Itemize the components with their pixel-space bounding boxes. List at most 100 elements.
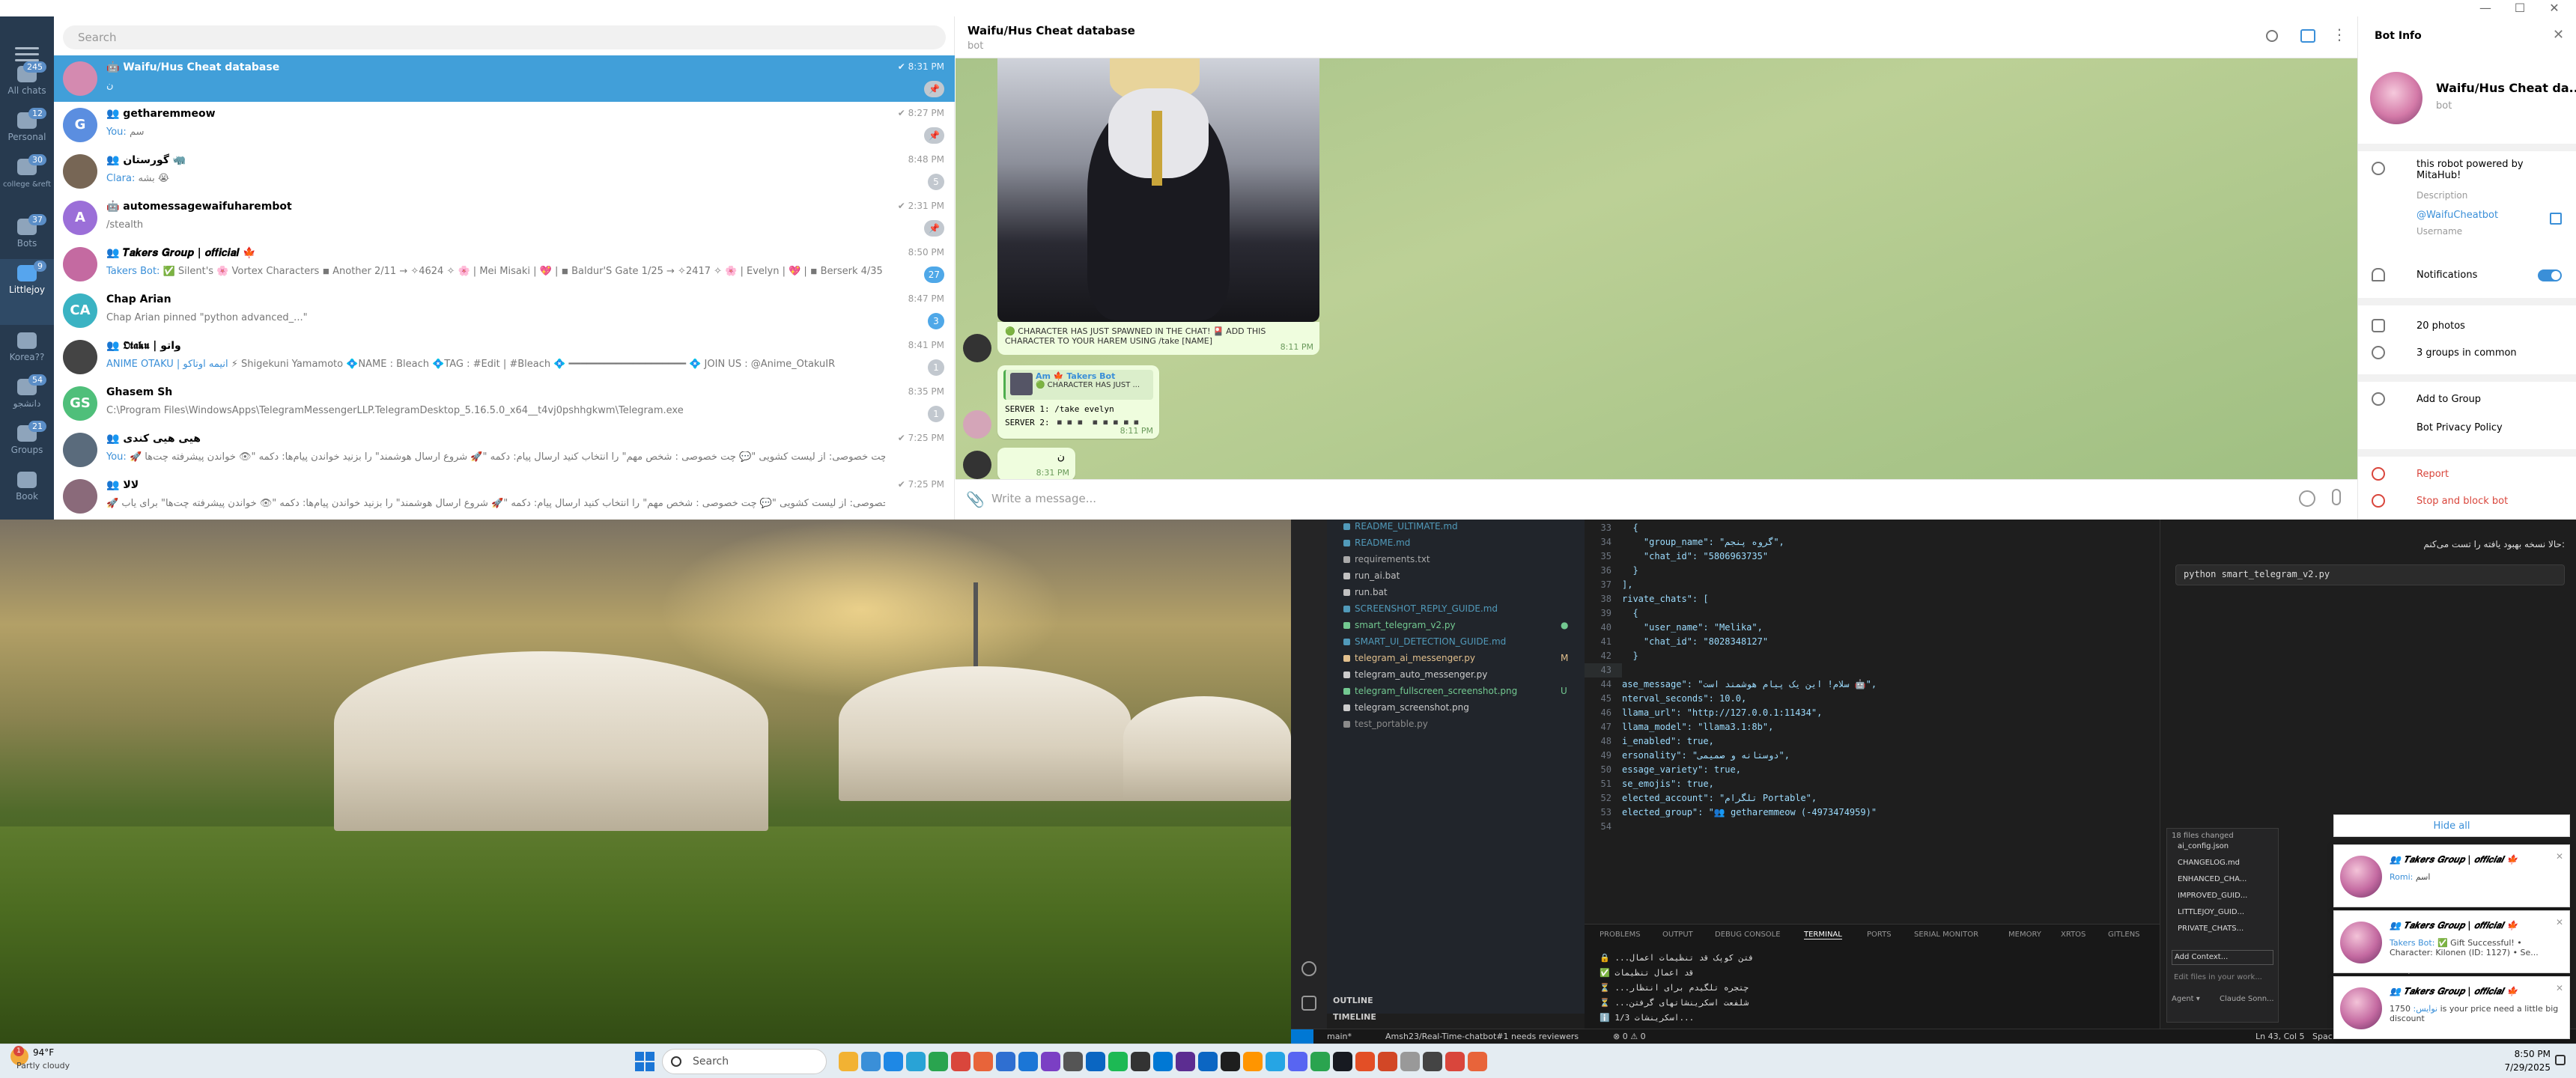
file-item[interactable]: requirements.txt <box>1343 554 1568 564</box>
taskbar-app-icon[interactable] <box>1445 1052 1465 1071</box>
file-item[interactable]: SMART_UI_DETECTION_GUIDE.md <box>1343 636 1568 647</box>
taskbar-app-icon[interactable] <box>1423 1052 1442 1071</box>
taskbar-app-icon[interactable] <box>1310 1052 1330 1071</box>
folder-student[interactable]: 54 دانشجو <box>0 373 54 418</box>
file-item[interactable]: telegram_auto_messenger.py <box>1343 669 1568 680</box>
problems-count[interactable]: ⊗ 0 ⚠ 0 <box>1613 1032 1646 1041</box>
taskbar-app-icon[interactable] <box>884 1052 903 1071</box>
chat-item[interactable]: 👥 هیی هیی کندی You: 🚀 نحوه استفاده: انتخا… <box>54 427 955 473</box>
panel-tab-terminal[interactable]: TERMINAL <box>1804 931 1842 940</box>
conversation-header[interactable]: Waifu/Hus Cheat database bot ⋮ <box>956 16 2357 58</box>
code-editor[interactable]: 33 {34 "group_name": "گروه پنجم", 35 "cha… <box>1585 520 2160 924</box>
close-icon[interactable]: ✕ <box>2556 917 2563 928</box>
bot-avatar[interactable] <box>963 334 991 362</box>
more-options-icon[interactable]: ⋮ <box>2332 25 2347 43</box>
taskbar-app-icon[interactable] <box>1221 1052 1240 1071</box>
chat-input[interactable]: Edit files in your work... <box>2172 971 2273 987</box>
agent-selector[interactable]: Agent ▾ <box>2172 995 2200 1003</box>
folder-bots[interactable]: 37 Bots <box>0 213 54 258</box>
chat-command-block[interactable]: python smart_telegram_v2.py <box>2175 564 2565 585</box>
file-item[interactable]: telegram_fullscreen_screenshot.png U <box>1343 686 1568 696</box>
notification-toast[interactable]: 👥 𝑻𝒂𝒌𝒆𝒓𝒔 𝑮𝒓𝒐𝒖𝒑 | 𝒐𝒇𝒇𝒊𝒄𝒊𝒂𝒍 🍁 Romi: اسم ✕ <box>2333 844 2570 907</box>
folder-college[interactable]: 30 college &reft <box>0 153 54 198</box>
file-item[interactable]: run.bat <box>1343 587 1568 597</box>
taskbar-app-icon[interactable] <box>1018 1052 1038 1071</box>
timeline-section[interactable]: TIMELINE <box>1333 1012 1376 1022</box>
add-to-group-button[interactable]: Add to Group <box>2416 394 2481 405</box>
spawn-message[interactable]: 🟢 CHARACTER HAS JUST SPAWNED IN THE CHAT… <box>997 322 1319 355</box>
chat-item[interactable]: 👥 گورستان 🦏 Clara: بشه 😭 8:48 PM 5 <box>54 148 955 195</box>
search-input[interactable]: Search <box>63 25 946 49</box>
panel-tab-xrtos[interactable]: XRTOS <box>2061 931 2086 939</box>
cursor-position[interactable]: Ln 43, Col 5 <box>2255 1032 2305 1041</box>
privacy-policy-button[interactable]: Bot Privacy Policy <box>2416 422 2503 433</box>
folder-book[interactable]: Book <box>0 466 54 511</box>
emoji-icon[interactable] <box>2299 490 2315 507</box>
minimize-button[interactable]: — <box>2468 0 2503 16</box>
taskbar-app-icon[interactable] <box>1266 1052 1285 1071</box>
changed-file[interactable]: PRIVATE_CHATS... <box>2178 925 2244 933</box>
file-item[interactable]: telegram_screenshot.png <box>1343 702 1568 713</box>
taskbar-app-icon[interactable] <box>1198 1052 1218 1071</box>
file-item[interactable]: run_ai.bat <box>1343 570 1568 581</box>
stop-bot-button[interactable]: Stop and block bot <box>2416 496 2508 507</box>
file-item[interactable]: telegram_ai_messenger.py M <box>1343 653 1568 663</box>
taskbar-app-icon[interactable] <box>973 1052 993 1071</box>
qr-code-icon[interactable] <box>2550 213 2562 225</box>
hide-all-button[interactable]: Hide all <box>2333 814 2570 837</box>
folder-littlejoy[interactable]: 9 Littlejoy <box>0 259 54 325</box>
chat-item[interactable]: 👥 𝕺𝖙𝖆𝖐𝖚 | واتو ANIME OTAKU | انیمه اوتاکو… <box>54 334 955 380</box>
bot-avatar[interactable] <box>963 451 991 479</box>
maximize-button[interactable]: ☐ <box>2503 0 2537 16</box>
file-item[interactable]: smart_telegram_v2.py ● <box>1343 620 1568 630</box>
folder-groups[interactable]: 21 Groups <box>0 419 54 464</box>
user-avatar[interactable] <box>963 410 991 439</box>
bot-username[interactable]: @WaifuCheatbot <box>2416 210 2498 221</box>
taskbar-app-icon[interactable] <box>1041 1052 1060 1071</box>
model-selector[interactable]: Claude Sonn... <box>2220 995 2274 1003</box>
close-icon[interactable]: ✕ <box>2553 27 2564 43</box>
taskbar-app-icon[interactable] <box>861 1052 881 1071</box>
message-input[interactable]: Write a message... <box>991 492 1096 505</box>
taskbar-app-icon[interactable] <box>1400 1052 1420 1071</box>
taskbar-app-icon[interactable] <box>906 1052 926 1071</box>
close-icon[interactable]: ✕ <box>2556 851 2563 862</box>
settings-icon[interactable] <box>1301 996 1316 1011</box>
user-message[interactable]: ن 8:31 PM <box>997 448 1075 481</box>
taskbar-app-icon[interactable] <box>1333 1052 1352 1071</box>
file-item[interactable]: README_ULTIMATE.md <box>1343 521 1568 532</box>
changed-file[interactable]: CHANGELOG.md <box>2178 859 2240 867</box>
panel-tab-debug-console[interactable]: DEBUG CONSOLE <box>1715 931 1781 939</box>
taskbar-app-icon[interactable] <box>1176 1052 1195 1071</box>
notification-toast[interactable]: 👥 𝑻𝒂𝒌𝒆𝒓𝒔 𝑮𝒓𝒐𝒖𝒑 | 𝒐𝒇𝒇𝒊𝒄𝒊𝒂𝒍 🍁 Takers Bot: ✅… <box>2333 910 2570 973</box>
panel-tab-problems[interactable]: PROBLEMS <box>1600 931 1641 939</box>
notifications-toggle[interactable] <box>2538 270 2562 281</box>
taskbar-app-icon[interactable] <box>996 1052 1015 1071</box>
close-icon[interactable]: ✕ <box>2556 983 2563 993</box>
taskbar-app-icon[interactable] <box>1288 1052 1307 1071</box>
changed-file[interactable]: IMPROVED_GUID... <box>2178 892 2247 900</box>
panel-tab-serial-monitor[interactable]: SERIAL MONITOR <box>1914 931 1978 939</box>
panel-tab-output[interactable]: OUTPUT <box>1662 931 1693 939</box>
pull-request-status[interactable]: Amsh23/Real-Time-chatbot#1 needs reviewe… <box>1385 1032 1579 1041</box>
chat-item[interactable]: G 👥 getharemmeow You: سم ✔ 8:27 PM 📌 <box>54 102 955 148</box>
taskbar-app-icon[interactable] <box>1153 1052 1173 1071</box>
chat-item[interactable]: 👥 لالا 🚀 نحوه استفاده: انتخاب چت خصوصی: … <box>54 473 955 520</box>
taskbar-app-icon[interactable] <box>1378 1052 1397 1071</box>
notification-center-icon[interactable] <box>2555 1055 2566 1065</box>
git-branch[interactable]: main* <box>1327 1032 1352 1041</box>
search-icon[interactable] <box>2266 30 2278 42</box>
panel-tab-gitlens[interactable]: GITLENS <box>2108 931 2140 939</box>
chat-item[interactable]: CA Chap Arian Chap Arian pinned "python a… <box>54 287 955 334</box>
report-button[interactable]: Report <box>2416 469 2449 480</box>
chat-item[interactable]: GS Ghasem Sh C:\Program Files\WindowsApps… <box>54 380 955 427</box>
start-icon[interactable] <box>635 1052 654 1071</box>
attach-icon[interactable]: 📎 <box>966 490 985 508</box>
taskbar-app-icon[interactable] <box>951 1052 970 1071</box>
taskbar-app-icon[interactable] <box>839 1052 858 1071</box>
changed-file[interactable]: LITTLEJOY_GUID... <box>2178 908 2244 916</box>
outline-section[interactable]: OUTLINE <box>1333 996 1373 1005</box>
panel-tab-memory[interactable]: MEMORY <box>2008 931 2041 939</box>
taskbar-app-icon[interactable] <box>1063 1052 1083 1071</box>
file-item[interactable]: README.md <box>1343 538 1568 548</box>
